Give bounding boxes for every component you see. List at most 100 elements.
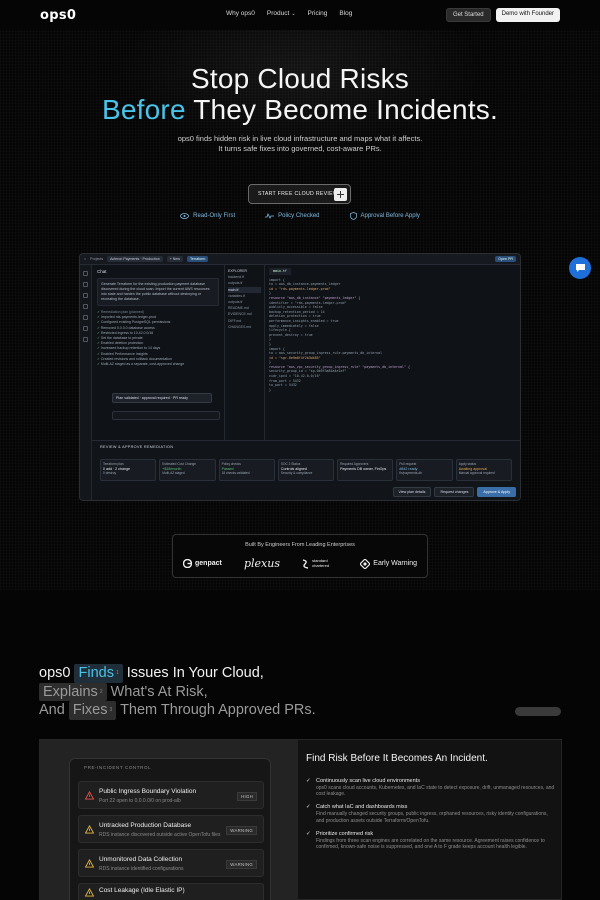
trust-label: Built By Engineers From Leading Enterpri… [245,542,355,548]
issue-title: Unmonitored Data Collection [99,856,183,863]
start-cloud-review-button[interactable]: START FREE CLOUD REVIEW [248,184,351,204]
card-key: Policy checks [221,462,241,466]
home-icon: ⌂ [84,257,87,261]
feature-item-title: Continuously scan live cloud environment… [316,778,420,784]
new-button[interactable]: + New [166,256,183,262]
heading-and: And [39,702,65,718]
open-pr-button[interactable]: Open PR [495,256,516,262]
feature-approval: Approval Before Apply [349,212,420,220]
card-sub: fix/payments-db [399,471,422,476]
breadcrumb-projects[interactable]: Projects [90,257,103,261]
review-title: REVIEW & APPROVE REMEDIATION [100,445,174,449]
feature-item-text: Findings from three scan engines are cor… [316,837,545,851]
severity-badge: WARNING [226,826,257,835]
cta-label: START FREE CLOUD REVIEW [258,191,339,197]
code-line: } [269,387,271,392]
chat-icon [575,264,585,272]
feature-item-text: ops0 scans cloud accounts, Kubernetes, a… [316,785,555,798]
feature-item-title: Prioritize confirmed risk [316,830,374,837]
breadcrumb-project[interactable]: Acleron Payments · Production [107,256,163,262]
remediation-plan: Remediation plan (planned) Imported rds-… [97,310,219,367]
tag-fixes: Fixes 3 [68,701,117,720]
tag-explains-label: Explains [43,683,98,700]
view-plan-button[interactable]: View plan details [392,487,432,497]
rail-icon[interactable] [83,293,88,298]
issue-item[interactable]: Untracked Production Database RDS instan… [78,815,264,843]
feature-policy: Policy Checked [265,212,320,220]
early-warning-logo: Early Warning [360,558,417,569]
standard-chartered-logo: standard chartered [302,558,338,569]
top-nav: ops0 Why ops0 Product ⌄ Pricing Blog Get … [0,0,600,30]
nav-link-blog[interactable]: Blog [339,10,352,17]
feature-item: Continuously scan live cloud environment… [306,778,556,797]
card-key: Apply status [458,462,477,466]
nav-link-product-label: Product [266,10,290,17]
review-card-plan: Terraform plan 0 add · 2 change 0 destroy [100,459,157,481]
card-value: Payments DB owner, FinOps [340,466,387,471]
review-card-approvers: Required Approvers Payments DB owner, Fin… [337,459,394,481]
review-card-apply: Apply status Awaiting approval Manual appr… [455,459,512,481]
plexus-logo: plexus [243,557,280,570]
tag-finds-label: Finds [78,665,114,681]
issue-item[interactable]: Public Ingress Boundary Violation Port 2… [78,781,264,809]
section-toggle[interactable] [515,707,561,716]
genpact-logo-text: genpact [195,560,222,567]
rail-icon[interactable] [83,315,88,320]
tag-explains: Explains 2 [39,682,107,701]
issue-desc: Port 22 open to 0.0.0.0/0 on prod-alb [99,798,181,804]
chevron-down-icon: ⌄ [291,10,296,17]
logo[interactable]: ops0 [40,8,76,23]
hero-title-line2: They Become Incidents. [193,94,498,125]
heading-line2-rest: What's At Risk, [110,683,208,700]
review-card-policy: Policy checks Passed 18 checks validated [218,459,275,481]
app-screenshot: ⌂ Projects Acleron Payments · Production… [79,253,521,501]
early-warning-text: Early Warning [373,560,417,567]
app-toolbar: ⌂ Projects Acleron Payments · Production… [80,254,520,265]
nav-link-why[interactable]: Why ops0 [226,10,255,17]
hero-subtitle-line2: It turns safe fixes into governed, cost-… [218,144,382,153]
rail-icon[interactable] [83,304,88,309]
hero-features: Read-Only First Policy Checked Approval … [0,212,600,220]
hero-title: Stop Cloud Risks Before They Become Inci… [0,63,600,125]
approve-apply-button[interactable]: Approve & Apply [477,487,516,497]
severity-badge: HIGH [237,792,257,801]
review-panel: REVIEW & APPROVE REMEDIATION Terraform p… [92,440,520,500]
warning-yellow-icon [85,859,94,868]
card-key: Terraform plan [103,462,124,466]
rail-icon[interactable] [83,337,88,342]
pulse-icon [265,213,275,219]
card-key: Pull request [399,462,417,466]
feature-panel: PRE-INCIDENT CONTROL Public Ingress Boun… [39,739,562,900]
nav-link-product[interactable]: Product ⌄ [267,10,296,17]
nav-link-pricing[interactable]: Pricing [308,10,328,17]
card-sub: Manual approval required [458,471,495,476]
control-header: PRE-INCIDENT CONTROL [84,765,152,770]
issue-item[interactable]: Unmonitored Data Collection RDS instance… [78,849,264,877]
warning-yellow-icon [85,888,94,897]
terraform-badge: Terraform [187,256,209,262]
file-item[interactable]: CHANGES.md [228,324,261,330]
heading-line1-rest: Issues In Your Cloud, [126,665,264,681]
standard-chartered-text: standard chartered [312,558,330,568]
request-changes-button[interactable]: Request changes [434,487,475,497]
chat-title: Chat [97,269,107,274]
card-sub: Security & compliance [280,471,313,476]
demo-button[interactable]: Demo with Founder [495,8,560,22]
hero-title-line1: Stop Cloud Risks [191,63,409,94]
chat-widget-button[interactable] [569,257,591,279]
rail-icon[interactable] [83,271,88,276]
rail-icon[interactable] [83,326,88,331]
editor-tab[interactable]: main.tf [269,268,291,275]
chat-message: Generate Terraform for the existing prod… [97,278,219,306]
rail-icon[interactable] [83,282,88,287]
app-rail [80,265,92,500]
review-card-pr: Pull request #842 ready fix/payments-db [396,459,453,481]
tag-finds: Finds 1 [74,664,123,683]
tag-fixes-mark: 3 [109,707,113,713]
hero-subtitle-line1: ops0 finds hidden risk in live cloud inf… [177,134,423,143]
nav-links: Why ops0 Product ⌄ Pricing Blog [226,10,352,17]
issue-item[interactable]: Cost Leakage (Idle Elastic IP) [78,883,264,900]
chat-input[interactable] [112,411,220,420]
issue-title: Untracked Production Database [99,822,192,829]
get-started-button[interactable]: Get Started [445,8,491,22]
